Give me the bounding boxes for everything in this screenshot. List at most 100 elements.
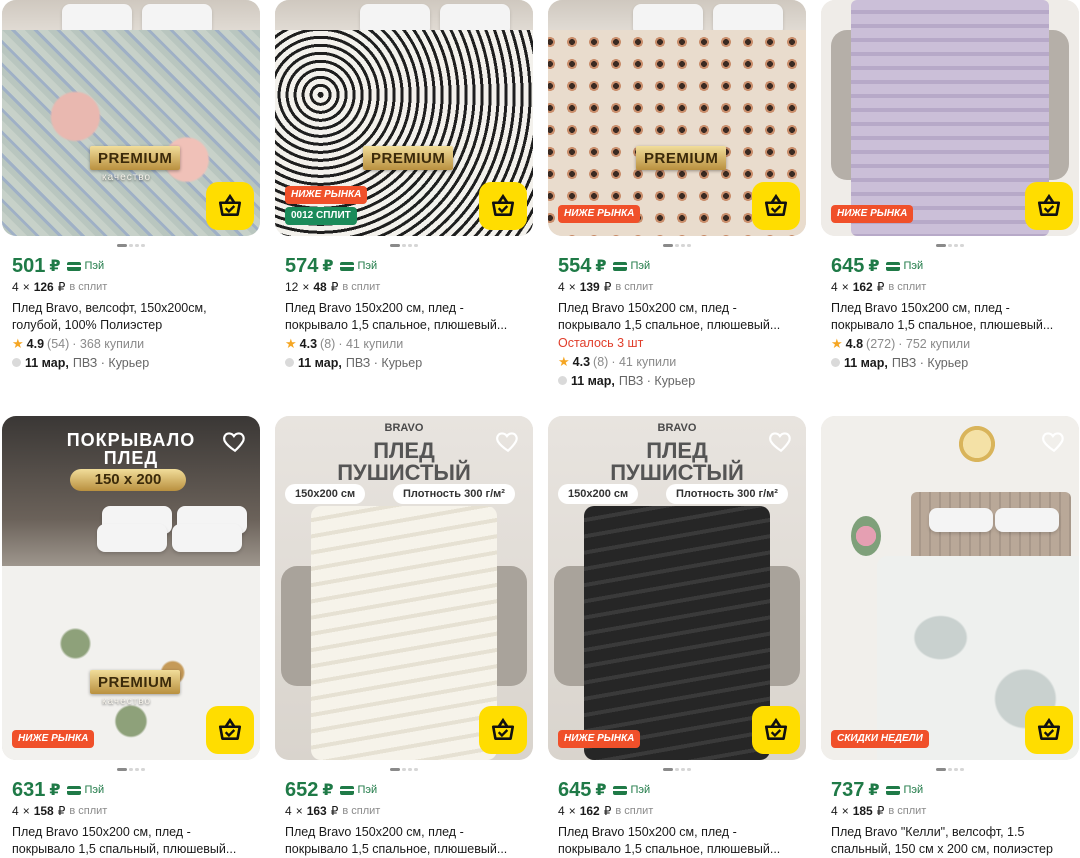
product-card[interactable]: ПОКРЫВАЛО ПЛЕД 150 x 200 PREMIUM качеств… xyxy=(2,416,260,858)
delivery-dot-icon xyxy=(12,358,21,367)
product-card[interactable]: BRAVO ПЛЕД ПУШИСТЫЙ 150x200 см Плотность… xyxy=(548,416,806,858)
poster-size-pill: 150 x 200 xyxy=(70,469,186,491)
pay-label: Пэй xyxy=(903,260,924,272)
add-to-cart-button[interactable] xyxy=(752,182,800,230)
product-card[interactable]: СКИДКИ НЕДЕЛИ 737 ₽ Пэй 4 × 185 ₽ в сплит Пл… xyxy=(821,416,1079,858)
product-title[interactable]: Плед Bravo 150х200 см, плед - покрывало … xyxy=(2,820,260,858)
basket-icon xyxy=(218,193,242,216)
basket-icon xyxy=(1037,717,1061,740)
split-info: 12 × 48 ₽ в сплит xyxy=(285,280,381,294)
premium-badge: PREMIUM xyxy=(90,146,181,170)
favorite-heart-icon[interactable] xyxy=(1041,428,1067,454)
add-to-cart-button[interactable] xyxy=(1025,706,1073,754)
card-icon xyxy=(885,261,900,271)
add-to-cart-button[interactable] xyxy=(206,182,254,230)
image-pager[interactable] xyxy=(821,236,1079,254)
product-card[interactable]: PREMIUM НИЖЕ РЫНКА 0012 СПЛИТ 574 ₽ Пэй … xyxy=(275,0,533,372)
image-pager[interactable] xyxy=(275,236,533,254)
currency: ₽ xyxy=(49,258,61,275)
product-image[interactable]: НИЖЕ РЫНКА xyxy=(821,0,1079,236)
premium-badge: PREMIUM xyxy=(90,670,181,694)
card-icon xyxy=(612,261,627,271)
rating: ★ 4.3 (8) · 41 купили xyxy=(285,335,404,351)
pay-label: Пэй xyxy=(357,260,378,272)
premium-badge: PREMIUM xyxy=(636,146,727,170)
image-pager[interactable] xyxy=(2,236,260,254)
pay-label: Пэй xyxy=(357,784,378,796)
star-icon: ★ xyxy=(558,353,570,369)
currency: ₽ xyxy=(322,782,334,799)
product-image[interactable]: PREMIUM качество xyxy=(2,0,260,236)
product-title[interactable]: Плед Bravo 150х200 см, плед - покрывало … xyxy=(548,296,806,334)
card-icon xyxy=(66,261,81,271)
product-image[interactable]: ПОКРЫВАЛО ПЛЕД 150 x 200 PREMIUM качеств… xyxy=(2,416,260,760)
poster-density-pill: Плотность 300 г/м² xyxy=(393,484,515,504)
split-badge: 0012 СПЛИТ xyxy=(285,207,357,225)
price: 652 xyxy=(285,778,319,801)
product-image[interactable]: BRAVO ПЛЕД ПУШИСТЫЙ 150x200 см Плотность… xyxy=(548,416,806,760)
favorite-heart-icon[interactable] xyxy=(222,428,248,454)
card-icon xyxy=(885,785,900,795)
split-info: 4 × 185 ₽ в сплит xyxy=(831,804,927,818)
product-card[interactable]: PREMIUM НИЖЕ РЫНКА 554 ₽ Пэй 4 × 139 ₽ в спл… xyxy=(548,0,806,390)
product-card[interactable]: НИЖЕ РЫНКА 645 ₽ Пэй 4 × 162 ₽ в сплит Плед … xyxy=(821,0,1079,372)
star-icon: ★ xyxy=(831,335,843,351)
add-to-cart-button[interactable] xyxy=(752,706,800,754)
price: 574 xyxy=(285,254,319,277)
image-pager[interactable] xyxy=(275,760,533,778)
product-title[interactable]: Плед Bravo "Келли", велсофт, 1.5 спальны… xyxy=(821,820,1079,858)
add-to-cart-button[interactable] xyxy=(1025,182,1073,230)
product-card[interactable]: PREMIUM качество 501 ₽ Пэй 4 × 126 ₽ в сплит… xyxy=(2,0,260,372)
basket-icon xyxy=(1037,193,1061,216)
price: 554 xyxy=(558,254,592,277)
card-icon xyxy=(66,785,81,795)
price: 501 xyxy=(12,254,46,277)
basket-icon xyxy=(491,193,515,216)
delivery-info: 11 мар, ПВЗ · Курьер xyxy=(275,353,533,372)
add-to-cart-button[interactable] xyxy=(479,706,527,754)
basket-icon xyxy=(218,717,242,740)
product-image[interactable]: PREMIUM НИЖЕ РЫНКА xyxy=(548,0,806,236)
pay-label: Пэй xyxy=(630,260,651,272)
currency: ₽ xyxy=(595,782,607,799)
rating: ★ 4.9 (54) · 368 купили xyxy=(12,335,145,351)
star-icon: ★ xyxy=(12,335,24,351)
favorite-heart-icon[interactable] xyxy=(495,428,521,454)
card-icon xyxy=(612,785,627,795)
product-image[interactable]: СКИДКИ НЕДЕЛИ xyxy=(821,416,1079,760)
split-info: 4 × 163 ₽ в сплит xyxy=(285,804,381,818)
poster-line2: ПУШИСТЫЙ xyxy=(337,460,471,485)
premium-subtitle: качество xyxy=(102,172,152,183)
delivery-info: 11 мар, ПВЗ · Курьер xyxy=(548,371,806,390)
image-pager[interactable] xyxy=(548,760,806,778)
pay-label: Пэй xyxy=(630,784,651,796)
basket-icon xyxy=(764,717,788,740)
premium-subtitle: качество xyxy=(102,696,152,707)
product-title[interactable]: Плед Bravo 150х200 см, плед - покрывало … xyxy=(275,820,533,858)
product-title[interactable]: Плед Bravo 150х200 см, плед - покрывало … xyxy=(548,820,806,858)
currency: ₽ xyxy=(868,782,880,799)
product-image[interactable]: PREMIUM НИЖЕ РЫНКА 0012 СПЛИТ xyxy=(275,0,533,236)
favorite-heart-icon[interactable] xyxy=(768,428,794,454)
product-card[interactable]: BRAVO ПЛЕД ПУШИСТЫЙ 150x200 см Плотность… xyxy=(275,416,533,858)
currency: ₽ xyxy=(322,258,334,275)
delivery-info: 11 мар, ПВЗ · Курьер xyxy=(2,353,260,372)
add-to-cart-button[interactable] xyxy=(479,182,527,230)
product-title[interactable]: Плед Bravo 150х200 см, плед - покрывало … xyxy=(275,296,533,334)
pay-label: Пэй xyxy=(903,784,924,796)
image-pager[interactable] xyxy=(2,760,260,778)
split-info: 4 × 158 ₽ в сплит xyxy=(12,804,108,818)
product-title[interactable]: Плед Bravo, велсофт, 150х200см, голубой,… xyxy=(2,296,260,334)
delivery-dot-icon xyxy=(831,358,840,367)
poster-size-pill: 150x200 см xyxy=(285,484,366,504)
price: 631 xyxy=(12,778,46,801)
below-market-badge: НИЖЕ РЫНКА xyxy=(12,730,95,748)
image-pager[interactable] xyxy=(821,760,1079,778)
image-pager[interactable] xyxy=(548,236,806,254)
product-image[interactable]: BRAVO ПЛЕД ПУШИСТЫЙ 150x200 см Плотность… xyxy=(275,416,533,760)
rating: ★ 4.3 (8) · 41 купили xyxy=(558,353,677,369)
product-title[interactable]: Плед Bravo 150х200 см, плед - покрывало … xyxy=(821,296,1079,334)
premium-badge: PREMIUM xyxy=(363,146,454,170)
add-to-cart-button[interactable] xyxy=(206,706,254,754)
split-info: 4 × 126 ₽ в сплит xyxy=(12,280,108,294)
